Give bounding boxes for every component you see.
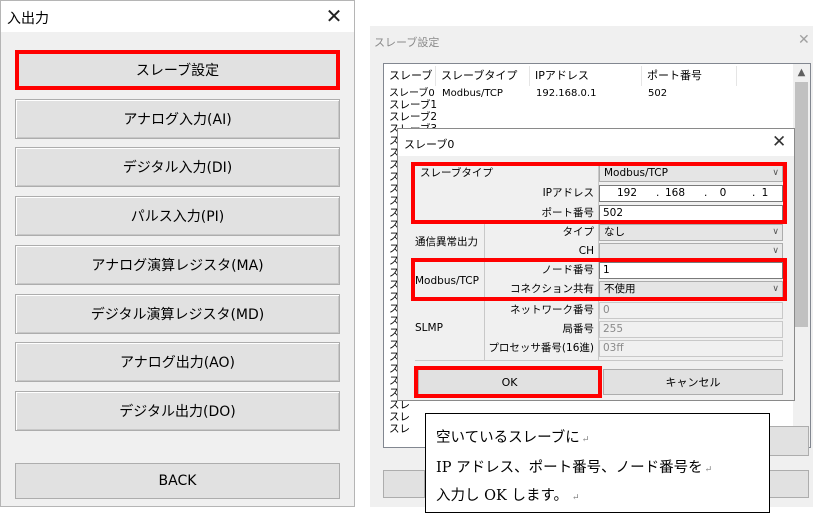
analog-input-button[interactable]: アナログ入力(AI) bbox=[15, 99, 340, 139]
return-mark-icon: ↵ bbox=[581, 435, 590, 445]
close-icon[interactable]: ✕ bbox=[798, 32, 810, 48]
vertical-scrollbar[interactable]: ▲ ▼ bbox=[793, 64, 810, 447]
list-item[interactable]: スレーブ1 bbox=[389, 100, 437, 111]
io-window-titlebar: 入出力 ✕ bbox=[1, 1, 354, 32]
table-row[interactable]: スレーブ0 Modbus/TCP 192.168.0.1 502 bbox=[384, 88, 739, 99]
digital-input-button[interactable]: デジタル入力(DI) bbox=[15, 147, 340, 187]
type-value: なし bbox=[604, 226, 625, 238]
close-icon[interactable]: ✕ bbox=[319, 3, 349, 29]
scroll-up-icon[interactable]: ▲ bbox=[793, 67, 810, 78]
column-header-slave[interactable]: スレーブ bbox=[384, 66, 436, 86]
slmp-group-label: SLMP bbox=[415, 322, 443, 334]
return-mark-icon: ↵ bbox=[704, 465, 713, 475]
slave-settings-title: スレーブ設定 bbox=[374, 36, 440, 49]
scrollbar-thumb[interactable] bbox=[795, 82, 808, 327]
processor-number-input[interactable]: 03ff bbox=[599, 340, 783, 357]
divider bbox=[415, 360, 783, 361]
list-item[interactable]: スレ bbox=[389, 400, 410, 411]
pulse-input-button[interactable]: パルス入力(PI) bbox=[15, 196, 340, 236]
return-mark-icon: ↵ bbox=[572, 493, 580, 503]
background-button[interactable] bbox=[767, 470, 809, 498]
close-icon[interactable]: ✕ bbox=[772, 132, 786, 152]
chevron-down-icon: ∨ bbox=[772, 246, 779, 256]
list-item[interactable]: スレ bbox=[389, 424, 410, 435]
note-text: IP アドレス、ポート番号、ノード番号を bbox=[436, 460, 703, 476]
dialog-titlebar: スレーブ0 ✕ bbox=[398, 129, 794, 156]
cell-slave: スレーブ0 bbox=[389, 88, 435, 99]
cell-port: 502 bbox=[648, 88, 668, 99]
network-number-input[interactable]: 0 bbox=[599, 302, 783, 319]
digital-register-button[interactable]: デジタル演算レジスタ(MD) bbox=[15, 294, 340, 334]
station-number-label: 局番号 bbox=[562, 323, 595, 335]
note-line: IP アドレス、ポート番号、ノード番号を ↵ bbox=[436, 456, 712, 477]
background-button[interactable] bbox=[383, 470, 425, 498]
cell-type: Modbus/TCP bbox=[442, 88, 503, 99]
note-text: 空いているスレーブに bbox=[436, 430, 580, 446]
highlight-network-settings bbox=[411, 162, 787, 224]
type-select[interactable]: なし ∨ bbox=[599, 224, 783, 241]
slave-settings-button[interactable]: スレーブ設定 bbox=[15, 50, 340, 90]
analog-register-button[interactable]: アナログ演算レジスタ(MA) bbox=[15, 245, 340, 285]
note-line: 入力し OK します。 ↵ bbox=[436, 484, 580, 505]
column-header-ip[interactable]: IPアドレス bbox=[530, 66, 642, 86]
cancel-button[interactable]: キャンセル bbox=[603, 369, 783, 395]
processor-number-label: プロセッサ番号(16進) bbox=[488, 342, 594, 354]
background-button[interactable] bbox=[767, 426, 809, 456]
digital-output-button[interactable]: デジタル出力(DO) bbox=[15, 391, 340, 431]
cell-ip: 192.168.0.1 bbox=[536, 88, 597, 99]
chevron-down-icon: ∨ bbox=[772, 227, 779, 237]
note-text: 入力し OK します。 bbox=[436, 488, 568, 504]
slave0-dialog: スレーブ0 ✕ スレーブタイプ Modbus/TCP ∨ IPアドレス 192 … bbox=[397, 128, 795, 401]
back-button[interactable]: BACK bbox=[15, 463, 340, 499]
analog-output-button[interactable]: アナログ出力(AO) bbox=[15, 342, 340, 382]
station-number-input[interactable]: 255 bbox=[599, 321, 783, 338]
comm-error-group-label: 通信異常出力 bbox=[415, 236, 478, 248]
list-item[interactable]: スレ bbox=[389, 412, 410, 423]
type-label: タイプ bbox=[562, 226, 595, 238]
column-header-type[interactable]: スレーブタイプ bbox=[436, 66, 530, 86]
network-number-label: ネットワーク番号 bbox=[510, 304, 594, 316]
io-window: 入出力 ✕ スレーブ設定 アナログ入力(AI) デジタル入力(DI) パルス入力… bbox=[0, 0, 355, 507]
dialog-title: スレーブ0 bbox=[404, 138, 455, 151]
highlight-ok-button bbox=[414, 366, 602, 398]
io-window-title: 入出力 bbox=[7, 11, 49, 27]
column-header-port[interactable]: ポート番号 bbox=[642, 66, 737, 86]
highlight-modbus-settings bbox=[411, 258, 787, 301]
note-line: 空いているスレーブに ↵ bbox=[436, 426, 589, 447]
list-item[interactable]: スレーブ2 bbox=[389, 112, 437, 123]
instruction-note: 空いているスレーブに ↵ IP アドレス、ポート番号、ノード番号を ↵ 入力し OK… bbox=[425, 413, 770, 513]
